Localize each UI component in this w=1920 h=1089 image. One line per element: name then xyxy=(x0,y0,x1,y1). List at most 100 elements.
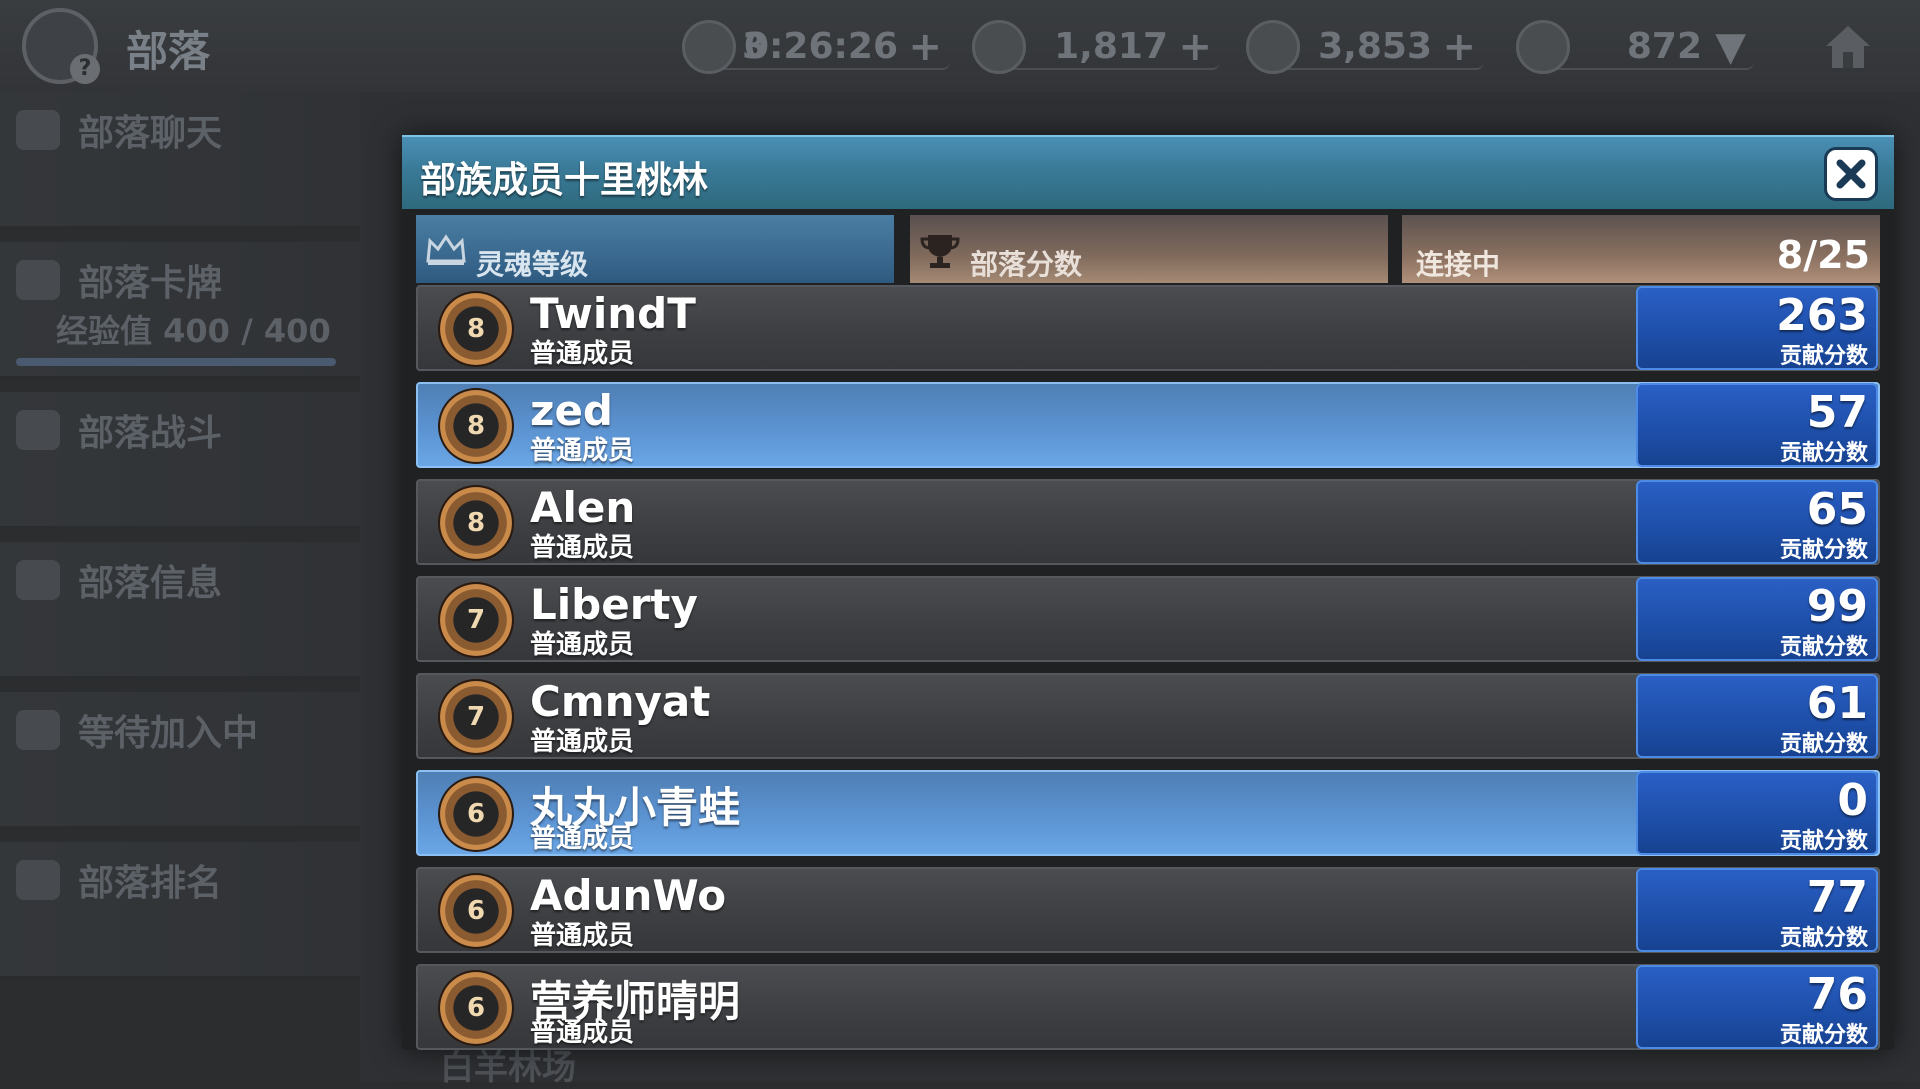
member-name: Liberty xyxy=(530,580,698,629)
trophy-value: 872 xyxy=(1626,26,1702,67)
tab-online[interactable]: 连接中 8/25 xyxy=(1402,215,1880,283)
tab-label: 部落分数 xyxy=(970,248,1083,281)
tribe-logo[interactable]: ? xyxy=(22,8,100,84)
timer-display: 3 0:26:26 + xyxy=(682,20,950,74)
tab-soul-level[interactable]: 灵魂等级 xyxy=(416,215,894,283)
member-row[interactable]: 7 Cmnyat 普通成员 61 贡献分数 xyxy=(416,673,1880,759)
member-name: AdunWo xyxy=(530,871,727,920)
member-row[interactable]: 6 营养师晴明 普通成员 76 贡献分数 xyxy=(416,964,1880,1050)
contribution-box: 76 贡献分数 xyxy=(1636,965,1878,1049)
tab-tribe-score[interactable]: 部落分数 xyxy=(910,215,1388,283)
sidebar-item-info[interactable]: 部落信息 xyxy=(0,542,360,680)
sidebar-item-label: 部落战斗 xyxy=(78,413,223,454)
soul-level-badge: 8 xyxy=(440,390,512,462)
sidebar-item-ranking[interactable]: 部落排名 xyxy=(0,842,360,980)
ranking-icon xyxy=(16,860,60,900)
soul-level-badge: 8 xyxy=(440,293,512,365)
plus-icon xyxy=(16,710,60,750)
resource1-value: 1,817 xyxy=(1054,26,1168,67)
resource2-display: 3,853 + xyxy=(1246,20,1484,74)
modal-header: 部族成员十里桃林 xyxy=(402,135,1894,209)
add-resource2-button[interactable]: + xyxy=(1442,24,1476,70)
member-role: 普通成员 xyxy=(530,727,635,757)
add-timer-button[interactable]: + xyxy=(908,24,942,70)
contribution-label: 贡献分数 xyxy=(1779,538,1868,563)
soul-level: 8 xyxy=(466,314,486,344)
sidebar-item-label: 部落信息 xyxy=(78,563,223,604)
member-name: zed xyxy=(530,386,613,435)
cards-icon xyxy=(16,260,60,300)
contribution-box: 99 贡献分数 xyxy=(1636,577,1878,661)
resource1-display: 1,817 + xyxy=(972,20,1220,74)
soul-level-badge: 7 xyxy=(440,681,512,753)
tab-label: 灵魂等级 xyxy=(476,248,589,281)
contribution-box: 77 贡献分数 xyxy=(1636,868,1878,952)
trophy-dropdown-icon[interactable]: ▼ xyxy=(1715,24,1746,70)
member-role: 普通成员 xyxy=(530,630,635,660)
tab-label: 连接中 xyxy=(1416,248,1501,281)
sidebar-item-pending[interactable]: 等待加入中 xyxy=(0,692,360,830)
gem-icon xyxy=(1246,20,1300,74)
soul-level-badge: 8 xyxy=(440,487,512,559)
crossed-swords-icon xyxy=(16,410,60,450)
add-resource1-button[interactable]: + xyxy=(1178,24,1212,70)
contribution-label: 贡献分数 xyxy=(1779,829,1868,854)
contribution-box: 61 贡献分数 xyxy=(1636,674,1878,758)
member-role: 普通成员 xyxy=(530,339,635,369)
contribution-box: 57 贡献分数 xyxy=(1636,383,1878,467)
member-row[interactable]: 8 zed 普通成员 57 贡献分数 xyxy=(416,382,1880,468)
online-count: 8/25 xyxy=(1776,233,1870,277)
trophy-icon xyxy=(1516,20,1570,74)
experience-text: 经验值 400 / 400 xyxy=(56,312,331,350)
member-role: 普通成员 xyxy=(530,533,635,563)
sidebar: 部落聊天 部落卡牌 经验值 400 / 400 部落战斗 部落信息 等待加入中 … xyxy=(0,92,360,992)
soul-level: 7 xyxy=(466,605,486,635)
sidebar-item-label: 部落聊天 xyxy=(78,113,223,154)
member-role: 普通成员 xyxy=(530,824,635,854)
soul-level-badge: 6 xyxy=(440,972,512,1044)
trophy-display: 872 ▼ xyxy=(1516,20,1754,74)
member-row[interactable]: 7 Liberty 普通成员 99 贡献分数 xyxy=(416,576,1880,662)
sidebar-item-cards[interactable]: 部落卡牌 经验值 400 / 400 xyxy=(0,242,360,380)
member-row[interactable]: 8 TwindT 普通成员 263 贡献分数 xyxy=(416,285,1880,371)
soul-level-badge: 6 xyxy=(440,778,512,850)
member-row[interactable]: 6 丸丸小青蛙 普通成员 0 贡献分数 xyxy=(416,770,1880,856)
sidebar-item-battle[interactable]: 部落战斗 xyxy=(0,392,360,530)
contribution-score: 0 xyxy=(1837,775,1868,826)
soul-level: 6 xyxy=(466,896,486,926)
home-icon[interactable] xyxy=(1822,22,1874,72)
top-bar: ? 部落 3 0:26:26 + 1,817 + 3,853 + 872 ▼ xyxy=(0,0,1920,92)
member-role: 普通成员 xyxy=(530,436,635,466)
soul-level-badge: 7 xyxy=(440,584,512,656)
close-icon xyxy=(1836,159,1866,189)
modal-title: 部族成员十里桃林 xyxy=(420,160,709,201)
member-row[interactable]: 8 Alen 普通成员 65 贡献分数 xyxy=(416,479,1880,565)
close-button[interactable] xyxy=(1824,147,1878,201)
soul-level: 6 xyxy=(466,799,486,829)
member-role: 普通成员 xyxy=(530,1018,635,1048)
info-icon xyxy=(16,560,60,600)
members-modal: 部族成员十里桃林 灵魂等级 部落分数 连接中 8/25 8 TwindT 普通成… xyxy=(402,135,1894,1050)
trophy-icon xyxy=(920,233,960,276)
experience-bar xyxy=(16,358,336,366)
member-row[interactable]: 6 AdunWo 普通成员 77 贡献分数 xyxy=(416,867,1880,953)
contribution-box: 65 贡献分数 xyxy=(1636,480,1878,564)
sidebar-item-label: 部落排名 xyxy=(78,863,223,904)
member-name: Alen xyxy=(530,483,636,532)
soul-level-badge: 6 xyxy=(440,875,512,947)
soul-level: 8 xyxy=(466,411,486,441)
contribution-score: 76 xyxy=(1806,969,1868,1020)
member-role: 普通成员 xyxy=(530,921,635,951)
help-icon[interactable]: ? xyxy=(70,54,100,84)
sidebar-item-chat[interactable]: 部落聊天 xyxy=(0,92,360,230)
contribution-score: 99 xyxy=(1806,581,1868,632)
contribution-score: 57 xyxy=(1806,387,1868,438)
app-title: 部落 xyxy=(126,27,211,76)
member-name: Cmnyat xyxy=(530,677,711,726)
contribution-label: 贡献分数 xyxy=(1779,1023,1868,1048)
contribution-box: 0 贡献分数 xyxy=(1636,771,1878,855)
sidebar-item-label: 等待加入中 xyxy=(78,713,259,754)
sidebar-item-label: 部落卡牌 xyxy=(78,263,223,304)
soul-level: 8 xyxy=(466,508,486,538)
timer-value: 0:26:26 xyxy=(743,26,898,67)
